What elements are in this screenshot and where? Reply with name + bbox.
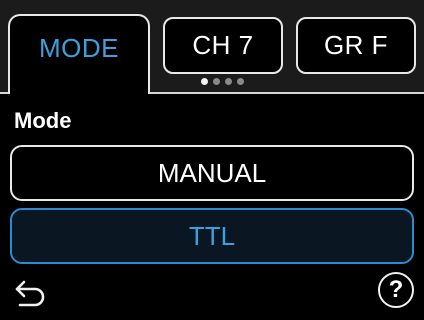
tab-group[interactable]: GR F [296, 17, 416, 74]
tab-channel[interactable]: CH 7 [163, 17, 283, 74]
option-ttl-label: TTL [188, 220, 236, 251]
page-dot-4 [237, 78, 244, 85]
back-arrow-icon[interactable] [14, 278, 50, 310]
option-manual-button[interactable]: MANUAL [10, 145, 414, 201]
tab-mode[interactable]: MODE [8, 14, 150, 94]
page-indicator [201, 78, 244, 85]
section-title: Mode [14, 108, 72, 133]
help-label: ? [388, 276, 404, 303]
tab-channel-label: CH 7 [192, 30, 254, 60]
help-icon[interactable]: ? [378, 272, 414, 308]
page-dot-2 [213, 78, 220, 85]
page-dot-1 [201, 78, 208, 85]
active-tab-gap [10, 92, 148, 94]
tab-group-label: GR F [323, 30, 389, 60]
page-dot-3 [225, 78, 232, 85]
tab-mode-label: MODE [39, 32, 119, 63]
option-manual-label: MANUAL [157, 157, 267, 188]
option-ttl-button[interactable]: TTL [10, 208, 414, 264]
